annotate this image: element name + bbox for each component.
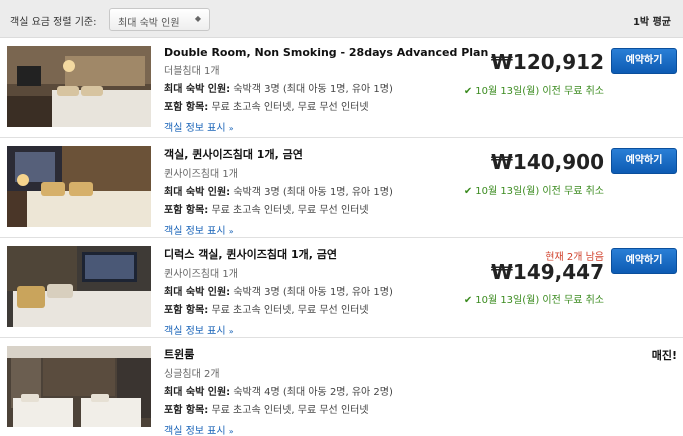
- sort-label: 객실 요금 정렬 기준:: [10, 17, 97, 28]
- dropdown-caret-icon: ◆: [194, 14, 201, 23]
- chevron-down-icon: »: [228, 124, 234, 133]
- book-button[interactable]: 예약하기: [611, 248, 677, 274]
- bed-type: 싱글침대 2개: [164, 369, 220, 380]
- includes-line: 포함 항목: 무료 초고속 인터넷, 무료 무선 인터넷: [164, 405, 369, 416]
- room-photo[interactable]: [7, 246, 151, 327]
- room-details-link[interactable]: 객실 정보 표시 »: [164, 119, 234, 134]
- room-photo[interactable]: [7, 46, 151, 127]
- check-icon: ✔: [463, 295, 473, 306]
- occupancy-line: 최대 숙박 인원: 숙박객 3명 (최대 아동 1명, 유아 1명): [164, 187, 393, 198]
- room-price: ₩140,900: [490, 150, 604, 174]
- room-price: ₩149,447: [490, 260, 604, 284]
- includes-line: 포함 항목: 무료 초고속 인터넷, 무료 무선 인터넷: [164, 305, 369, 316]
- room-row: 디럭스 객실, 퀸사이즈침대 1개, 금연 퀸사이즈침대 1개 최대 숙박 인원…: [0, 238, 683, 338]
- free-cancel-note: ✔ 10월 13일(월) 이전 무료 취소: [463, 295, 604, 306]
- free-cancel-note: ✔ 10월 13일(월) 이전 무료 취소: [463, 186, 604, 197]
- includes-line: 포함 항목: 무료 초고속 인터넷, 무료 무선 인터넷: [164, 205, 369, 216]
- occupancy-line: 최대 숙박 인원: 숙박객 3명 (최대 아동 1명, 유아 1명): [164, 84, 393, 95]
- bed-type: 퀸사이즈침대 1개: [164, 169, 238, 180]
- room-name[interactable]: 트윈룸: [164, 346, 464, 362]
- per-night-label: 1박 평균: [632, 17, 671, 28]
- bed-type: 퀸사이즈침대 1개: [164, 269, 238, 280]
- room-photo[interactable]: [7, 146, 151, 227]
- sort-dropdown[interactable]: 최대 숙박 인원 ◆: [109, 8, 210, 31]
- room-info: 트윈룸 싱글침대 2개 최대 숙박 인원: 숙박객 4명 (최대 아동 2명, …: [164, 346, 464, 436]
- room-details-link[interactable]: 객실 정보 표시 »: [164, 222, 234, 237]
- room-photo[interactable]: [7, 346, 151, 427]
- occupancy-line: 최대 숙박 인원: 숙박객 3명 (최대 아동 1명, 유아 1명): [164, 287, 393, 298]
- chevron-down-icon: »: [228, 427, 234, 436]
- includes-line: 포함 항목: 무료 초고속 인터넷, 무료 무선 인터넷: [164, 102, 369, 113]
- free-cancel-note: ✔ 10월 13일(월) 이전 무료 취소: [463, 86, 604, 97]
- check-icon: ✔: [463, 186, 473, 197]
- sold-out-label: 매진!: [651, 349, 677, 362]
- room-details-link[interactable]: 객실 정보 표시 »: [164, 322, 234, 337]
- room-info: 객실, 퀸사이즈침대 1개, 금연 퀸사이즈침대 1개 최대 숙박 인원: 숙박…: [164, 146, 464, 237]
- room-name[interactable]: Double Room, Non Smoking - 28days Advanc…: [164, 46, 488, 59]
- room-row: Double Room, Non Smoking - 28days Advanc…: [0, 38, 683, 138]
- book-button[interactable]: 예약하기: [611, 148, 677, 174]
- bed-type: 더블침대 1개: [164, 66, 220, 77]
- room-details-link[interactable]: 객실 정보 표시 »: [164, 422, 234, 436]
- chevron-down-icon: »: [228, 327, 234, 336]
- sort-selected-value: 최대 숙박 인원: [118, 18, 180, 29]
- chevron-down-icon: »: [228, 227, 234, 236]
- room-name[interactable]: 객실, 퀸사이즈침대 1개, 금연: [164, 146, 464, 162]
- room-price: ₩120,912: [490, 50, 604, 74]
- room-info: Double Room, Non Smoking - 28days Advanc…: [164, 46, 488, 134]
- room-row: 객실, 퀸사이즈침대 1개, 금연 퀸사이즈침대 1개 최대 숙박 인원: 숙박…: [0, 138, 683, 238]
- occupancy-line: 최대 숙박 인원: 숙박객 4명 (최대 아동 2명, 유아 2명): [164, 387, 393, 398]
- sort-bar: 객실 요금 정렬 기준: 최대 숙박 인원 ◆ 1박 평균: [0, 0, 683, 38]
- room-name[interactable]: 디럭스 객실, 퀸사이즈침대 1개, 금연: [164, 246, 464, 262]
- room-row: 트윈룸 싱글침대 2개 최대 숙박 인원: 숙박객 4명 (최대 아동 2명, …: [0, 338, 683, 436]
- room-info: 디럭스 객실, 퀸사이즈침대 1개, 금연 퀸사이즈침대 1개 최대 숙박 인원…: [164, 246, 464, 337]
- check-icon: ✔: [463, 86, 473, 97]
- book-button[interactable]: 예약하기: [611, 48, 677, 74]
